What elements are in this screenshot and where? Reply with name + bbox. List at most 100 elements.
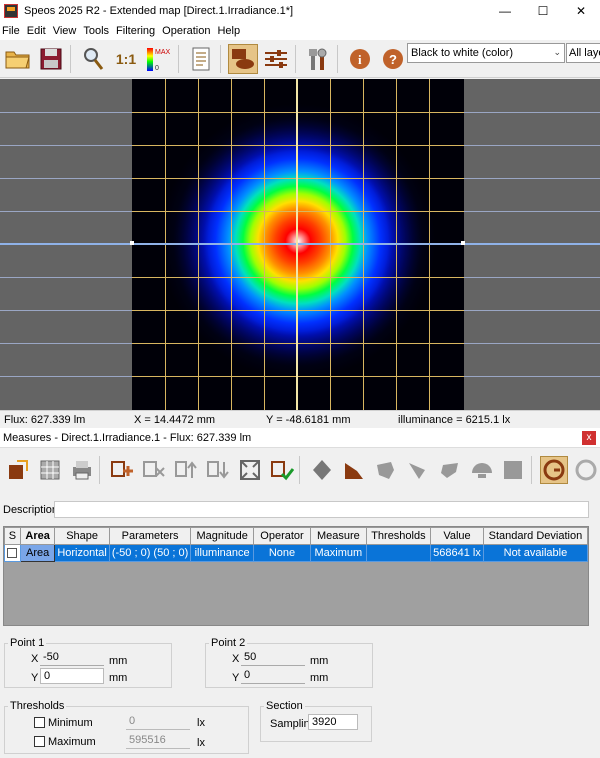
measure-settings-button-2[interactable] — [572, 456, 600, 484]
color-scale-select[interactable]: Black to white (color) ⌄ — [407, 43, 565, 63]
thresholds-cell[interactable] — [365, 544, 432, 562]
maximum-label: Maximum — [48, 736, 96, 748]
point2-y-field[interactable]: 0 — [241, 668, 305, 684]
diamond-shape-button[interactable] — [308, 456, 336, 484]
table-header-row: S Area Shape Parameters Magnitude Operat… — [4, 527, 589, 545]
minimize-button[interactable]: — — [486, 0, 524, 22]
palette-button[interactable]: MAX 0 — [144, 44, 174, 74]
menu-bar: File Edit View Tools Filtering Operation… — [0, 22, 600, 40]
move-down-button[interactable] — [204, 456, 232, 484]
magnitude-cell[interactable]: illuminance — [190, 544, 254, 562]
maximum-checkbox[interactable] — [34, 736, 45, 747]
add-measure-button[interactable] — [108, 456, 136, 484]
open-folder-button[interactable] — [3, 44, 33, 74]
grid-line — [132, 376, 464, 377]
validate-measure-button[interactable] — [268, 456, 296, 484]
print-measure-button[interactable] — [68, 456, 96, 484]
gear-icon — [575, 459, 597, 481]
shape-cell[interactable]: Horizontal — [54, 544, 110, 562]
maximum-field[interactable]: 595516 — [126, 733, 190, 749]
menu-tools[interactable]: Tools — [81, 25, 114, 37]
col-header-parameters[interactable]: Parameters — [108, 527, 192, 545]
map-viewport[interactable] — [0, 79, 600, 410]
shape-button-4[interactable] — [468, 456, 496, 484]
std-dev-cell[interactable]: Not available — [482, 544, 589, 562]
menu-file[interactable]: File — [0, 25, 25, 37]
col-header-area[interactable]: Area — [19, 527, 56, 545]
col-header-shape[interactable]: Shape — [54, 527, 110, 545]
sector-shape-icon — [408, 463, 425, 479]
row-checkbox[interactable] — [7, 548, 18, 559]
layers-select[interactable]: All layers — [566, 43, 600, 63]
maximize-button[interactable]: ☐ — [524, 0, 562, 22]
section-point-1-handle[interactable] — [130, 241, 134, 245]
operator-cell[interactable]: None — [252, 544, 312, 562]
settings-sliders-button[interactable] — [261, 44, 291, 74]
minimum-field[interactable]: 0 — [126, 714, 190, 730]
col-header-value[interactable]: Value — [430, 527, 484, 545]
shape-button-2[interactable] — [404, 456, 432, 484]
measures-table: S Area Shape Parameters Magnitude Operat… — [3, 526, 589, 626]
table-row[interactable]: Area Horizontal (-50 ; 0) (50 ; 0) illum… — [4, 544, 589, 562]
point2-x-field[interactable]: 50 — [241, 650, 305, 666]
point1-y-field[interactable]: 0 — [40, 668, 104, 684]
magnifier-icon — [84, 47, 104, 70]
area-cell[interactable]: Area — [19, 544, 56, 562]
grid-line — [132, 211, 464, 212]
export-measure-button[interactable] — [4, 456, 32, 484]
shape-button-1[interactable] — [372, 456, 400, 484]
horizontal-section-line[interactable] — [0, 243, 600, 245]
zoom-1-to-1-button[interactable]: 1:1 — [111, 44, 141, 74]
shape-button-3[interactable] — [436, 456, 464, 484]
tools-button[interactable] — [303, 44, 333, 74]
measure-view-button[interactable] — [228, 43, 258, 74]
report-button[interactable] — [186, 44, 216, 74]
sampling-field[interactable]: 3920 — [308, 714, 358, 730]
save-button[interactable] — [36, 44, 66, 74]
close-button[interactable]: ✕ — [562, 0, 600, 22]
menu-operation[interactable]: Operation — [160, 25, 215, 37]
minimum-checkbox[interactable] — [34, 717, 45, 728]
histogram-button[interactable] — [340, 456, 368, 484]
zoom-button[interactable] — [78, 44, 108, 74]
menu-filtering[interactable]: Filtering — [114, 25, 160, 37]
folder-icon — [5, 51, 30, 68]
add-measure-icon — [111, 461, 134, 477]
parameters-cell[interactable]: (-50 ; 0) (50 ; 0) — [108, 544, 192, 562]
fit-button[interactable] — [236, 456, 264, 484]
col-header-s[interactable]: S — [4, 527, 21, 545]
col-header-thresholds[interactable]: Thresholds — [365, 527, 432, 545]
shape-button-5[interactable] — [499, 456, 527, 484]
measure-cell[interactable]: Maximum — [310, 544, 367, 562]
select-cell[interactable] — [4, 544, 21, 562]
grid-line — [132, 112, 464, 113]
delete-measure-button[interactable] — [140, 456, 168, 484]
help-button[interactable]: ? — [378, 44, 408, 74]
gear-g-icon — [543, 459, 565, 481]
grid-line — [132, 277, 464, 278]
point1-y-label: Y — [31, 672, 39, 684]
menu-edit[interactable]: Edit — [25, 25, 51, 37]
info-button[interactable]: i — [345, 44, 375, 74]
grid-measure-button[interactable] — [36, 456, 64, 484]
col-header-standard-deviation[interactable]: Standard Deviation — [482, 527, 589, 545]
minimum-unit: lx — [197, 717, 205, 729]
status-x: X = 14.4472 mm — [134, 414, 216, 426]
move-up-button[interactable] — [172, 456, 200, 484]
window-title: Speos 2025 R2 - Extended map [Direct.1.I… — [24, 5, 294, 17]
toolbar-separator — [178, 44, 179, 73]
menu-help[interactable]: Help — [215, 25, 245, 37]
maximum-unit: lx — [197, 737, 205, 749]
description-input[interactable] — [54, 501, 589, 518]
point1-x-field[interactable]: -50 — [40, 650, 104, 666]
col-header-magnitude[interactable]: Magnitude — [190, 527, 254, 545]
col-header-measure[interactable]: Measure — [310, 527, 367, 545]
value-cell[interactable]: 568641 lx — [430, 544, 484, 562]
measures-close-button[interactable]: x — [582, 431, 596, 445]
menu-view[interactable]: View — [51, 25, 82, 37]
arrow-down-icon — [206, 461, 229, 479]
measure-settings-button[interactable] — [540, 456, 569, 484]
section-point-2-handle[interactable] — [461, 241, 465, 245]
col-header-operator[interactable]: Operator — [252, 527, 312, 545]
diamond-icon — [313, 460, 332, 480]
